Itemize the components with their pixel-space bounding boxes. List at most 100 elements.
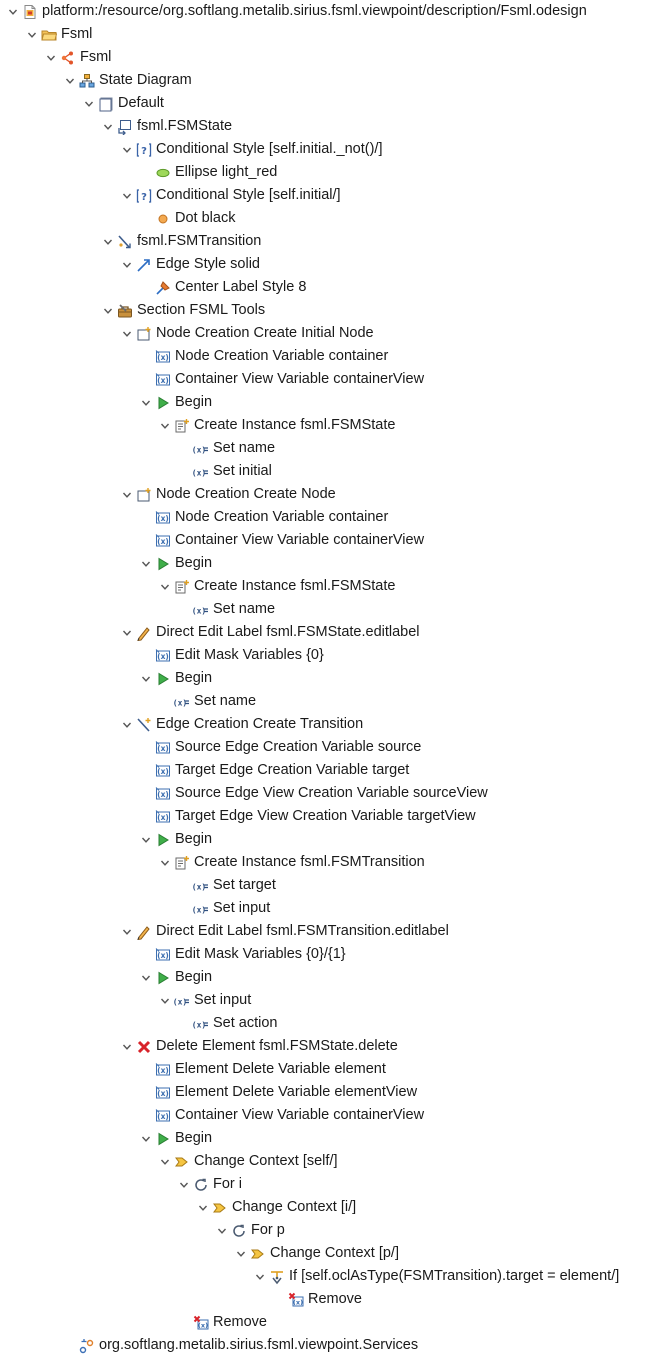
tree-row[interactable]: (x) Set name xyxy=(176,437,275,460)
tree-row[interactable]: Section FSML Tools xyxy=(100,299,265,322)
tree-row[interactable]: (x) Container View Variable containerView xyxy=(138,529,424,552)
tree-row[interactable]: (x) Set input xyxy=(176,897,270,920)
tree-row[interactable]: platform:/resource/org.softlang.metalib.… xyxy=(5,0,587,23)
chevron-down-icon[interactable] xyxy=(138,966,154,989)
tree-row[interactable]: For i xyxy=(176,1173,242,1196)
tree-row[interactable]: (x) Edit Mask Variables {0}/{1} xyxy=(138,943,346,966)
tree-row[interactable]: ? Conditional Style [self.initial/] xyxy=(119,184,341,207)
tree-row[interactable]: (x) Set initial xyxy=(176,460,272,483)
chevron-down-icon[interactable] xyxy=(157,1150,173,1173)
tree-row[interactable]: (x) Set name xyxy=(176,598,275,621)
tree-row[interactable]: Begin xyxy=(138,391,212,414)
tree-row[interactable]: org.softlang.metalib.sirius.fsml.viewpoi… xyxy=(62,1334,418,1357)
tree-row[interactable]: Fsml xyxy=(43,46,111,69)
chevron-down-icon[interactable] xyxy=(100,115,116,138)
tree-row[interactable]: Node Creation Create Initial Node xyxy=(119,322,374,345)
tree-row[interactable]: Edge Style solid xyxy=(119,253,260,276)
tree-row[interactable]: Begin xyxy=(138,1127,212,1150)
tree-item-label: Center Label Style 8 xyxy=(175,279,307,295)
tree-item-label: Section FSML Tools xyxy=(137,302,266,318)
tree-row[interactable]: State Diagram xyxy=(62,69,192,92)
odesign-tree-view[interactable]: platform:/resource/org.softlang.metalib.… xyxy=(0,0,645,1367)
chevron-down-icon[interactable] xyxy=(62,69,78,92)
tree-row[interactable]: Change Context [i/] xyxy=(195,1196,356,1219)
tree-row[interactable]: If [self.oclAsType(FSMTransition).target… xyxy=(252,1265,619,1288)
chevron-down-icon[interactable] xyxy=(119,621,135,644)
tree-row[interactable]: (x) Container View Variable containerView xyxy=(138,1104,424,1127)
chevron-down-icon[interactable] xyxy=(119,483,135,506)
tree-row[interactable]: (x) Container View Variable containerView xyxy=(138,368,424,391)
tree-row[interactable]: Center Label Style 8 xyxy=(138,276,306,299)
chevron-down-icon[interactable] xyxy=(119,713,135,736)
chevron-down-icon[interactable] xyxy=(138,552,154,575)
tree-row[interactable]: Begin xyxy=(138,667,212,690)
tree-row[interactable]: Create Instance fsml.FSMTransition xyxy=(157,851,425,874)
chevron-down-icon[interactable] xyxy=(119,184,135,207)
variable-icon: (x) xyxy=(155,809,171,825)
tree-row[interactable]: ? Conditional Style [self.initial._not()/… xyxy=(119,138,382,161)
chevron-down-icon[interactable] xyxy=(43,46,59,69)
tree-row[interactable]: (x) Set action xyxy=(176,1012,278,1035)
tree-row[interactable]: Change Context [self/] xyxy=(157,1150,337,1173)
tree-row[interactable]: (x) Set input xyxy=(157,989,251,1012)
tree-row[interactable]: For p xyxy=(214,1219,285,1242)
tree-row[interactable]: Ellipse light_red xyxy=(138,161,277,184)
chevron-down-icon[interactable] xyxy=(138,828,154,851)
tree-row[interactable]: (x) Set name xyxy=(157,690,256,713)
tree-row[interactable]: (x) Node Creation Variable container xyxy=(138,506,388,529)
tree-item-label: Target Edge Creation Variable target xyxy=(175,762,410,778)
tree-row[interactable]: (x) Element Delete Variable elementView xyxy=(138,1081,417,1104)
tree-row[interactable]: Create Instance fsml.FSMState xyxy=(157,575,395,598)
tree-row[interactable]: Edge Creation Create Transition xyxy=(119,713,363,736)
tree-row[interactable]: (x) Set target xyxy=(176,874,276,897)
chevron-down-icon[interactable] xyxy=(5,0,21,23)
tree-row[interactable]: Change Context [p/] xyxy=(233,1242,399,1265)
tree-row[interactable]: Begin xyxy=(138,966,212,989)
tree-row[interactable]: Create Instance fsml.FSMState xyxy=(157,414,395,437)
chevron-down-icon[interactable] xyxy=(138,667,154,690)
tree-row[interactable]: (x) Target Edge Creation Variable target xyxy=(138,759,409,782)
ellipse-style-icon xyxy=(155,165,171,181)
tree-row[interactable]: Node Creation Create Node xyxy=(119,483,336,506)
tree-row[interactable]: Dot black xyxy=(138,207,235,230)
chevron-down-icon[interactable] xyxy=(157,414,173,437)
tree-row[interactable]: (x) Node Creation Variable container xyxy=(138,345,388,368)
chevron-down-icon[interactable] xyxy=(138,1127,154,1150)
remove-icon: (x) xyxy=(193,1315,209,1331)
tree-row[interactable]: (x) Remove xyxy=(176,1311,267,1334)
tree-row[interactable]: (x) Element Delete Variable element xyxy=(138,1058,386,1081)
chevron-down-icon[interactable] xyxy=(157,851,173,874)
tree-row[interactable]: Direct Edit Label fsml.FSMTransition.edi… xyxy=(119,920,449,943)
tree-row[interactable]: (x) Source Edge View Creation Variable so… xyxy=(138,782,488,805)
tree-row[interactable]: Begin xyxy=(138,828,212,851)
chevron-down-icon[interactable] xyxy=(119,138,135,161)
chevron-down-icon[interactable] xyxy=(252,1265,268,1288)
tree-row[interactable]: Fsml xyxy=(24,23,92,46)
tree-row[interactable]: Direct Edit Label fsml.FSMState.editlabe… xyxy=(119,621,420,644)
chevron-down-icon[interactable] xyxy=(119,322,135,345)
chevron-down-icon[interactable] xyxy=(233,1242,249,1265)
chevron-down-icon[interactable] xyxy=(214,1219,230,1242)
chevron-down-icon[interactable] xyxy=(81,92,97,115)
tree-row[interactable]: (x) Source Edge Creation Variable source xyxy=(138,736,421,759)
tree-row[interactable]: Begin xyxy=(138,552,212,575)
chevron-down-icon[interactable] xyxy=(119,253,135,276)
chevron-down-icon[interactable] xyxy=(100,299,116,322)
chevron-down-icon[interactable] xyxy=(176,1173,192,1196)
chevron-down-icon[interactable] xyxy=(24,23,40,46)
tree-row[interactable]: (x) Remove xyxy=(271,1288,362,1311)
tree-row[interactable]: Delete Element fsml.FSMState.delete xyxy=(119,1035,398,1058)
chevron-down-icon[interactable] xyxy=(119,1035,135,1058)
chevron-down-icon[interactable] xyxy=(157,989,173,1012)
tree-row[interactable]: fsml.FSMState xyxy=(100,115,232,138)
tree-row[interactable]: fsml.FSMTransition xyxy=(100,230,261,253)
tree-row[interactable]: (x) Target Edge View Creation Variable ta… xyxy=(138,805,476,828)
chevron-down-icon[interactable] xyxy=(157,575,173,598)
tree-row[interactable]: Default xyxy=(81,92,164,115)
chevron-down-icon[interactable] xyxy=(138,391,154,414)
chevron-down-icon[interactable] xyxy=(119,920,135,943)
chevron-down-icon[interactable] xyxy=(100,230,116,253)
tree-item-label: Conditional Style [self.initial/] xyxy=(156,187,341,203)
chevron-down-icon[interactable] xyxy=(195,1196,211,1219)
tree-row[interactable]: (x) Edit Mask Variables {0} xyxy=(138,644,324,667)
